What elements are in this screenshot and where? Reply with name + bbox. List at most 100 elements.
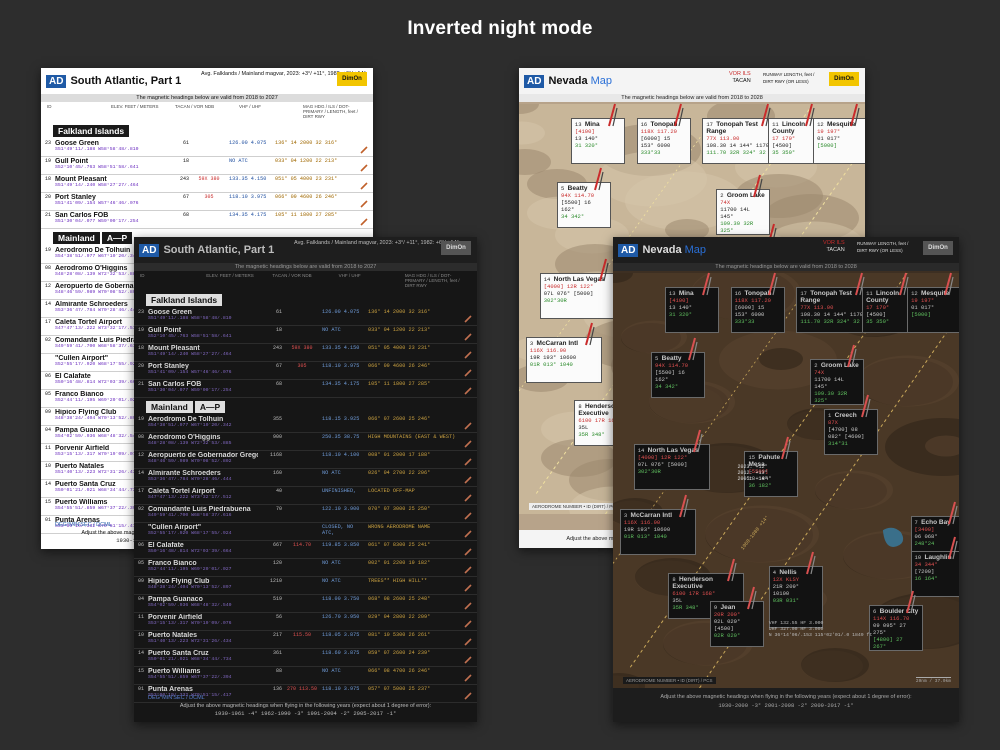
airport-line: 11700 14L 145° (814, 375, 844, 390)
table-row[interactable]: 17 Caleta Tortel Airport S47°47'13/.222 W7… (134, 487, 477, 505)
airport-name: Jean (720, 604, 736, 612)
airport-card[interactable]: 9 Jean20R 200°02L 020° [4500]02R 020° (709, 587, 764, 648)
airport-line: 114X 116.70 (873, 614, 910, 622)
airport-card[interactable]: 10 Laughlin34 344°[7200]16 164° (910, 537, 959, 598)
runway-icon (359, 196, 369, 208)
airport-card[interactable]: 16 Tonopah 118X 117.20 [6000] 15 153° 6000… (730, 273, 785, 334)
runway-icon (463, 365, 473, 377)
frequency: 118.10 3.975 (322, 686, 360, 692)
table-row[interactable]: 05 Franco Bianco S52°44'11/.195 W69°20'01/… (134, 559, 477, 577)
airport-card[interactable]: 12 Mesquite 19 197° 01 017° [5000] (907, 273, 959, 334)
frequency: 126.00 4.075 (322, 309, 360, 315)
airfield-name: Mount Pleasant (55, 176, 107, 183)
airport-card[interactable]: 16 Tonopah 118X 117.20 [6000] 15 153° 6000… (636, 103, 691, 165)
airport-card[interactable]: 3 McCarran Intl 116X 116.90 19R 193° 10600… (619, 494, 696, 555)
airport-line: 11700 14L 145° (720, 205, 750, 220)
airport-card[interactable]: 1 Creech87X[4700] 08 082° [4600]314°31 (824, 394, 879, 455)
airport-line: [4100] (574, 128, 595, 136)
airport-card[interactable]: 4 Nellis12X KLSY21R 209° 1010003R 031° (768, 551, 823, 628)
airport-line: 302°30R (637, 468, 661, 476)
tacan: 59X 380 (198, 176, 220, 182)
table-row[interactable]: 19 Aerodromo De Tolhuin S54°38'51/.977 W67… (134, 415, 477, 433)
table-row[interactable]: 18 Mount Pleasant S51°49'14/.240 W58°27'27… (134, 344, 477, 362)
legend-vor-ils: VOR ILS (729, 71, 751, 77)
row-number: 14 (45, 481, 52, 487)
row-number: 14 (138, 470, 145, 476)
airport-name: McCarran Intl (536, 339, 579, 347)
airport-number: 17 (800, 290, 807, 298)
table-row[interactable]: 18 Mount Pleasant S51°49'14/.240 W58°27'27… (41, 175, 373, 193)
airfield-cell: Pampa Guanaco S54°02'59/.936 W68°48'32/.5… (148, 596, 258, 608)
airfield-coord: S54°38'51/.977 W67°10'20/.342 (148, 423, 232, 428)
ad-badge: AD (524, 74, 545, 88)
table-row[interactable]: 09 Hipico Flying Club S48°38'24/.404 W70°1… (134, 577, 477, 595)
airport-card[interactable]: 17 Tonopah Test Range 77X 113.00 108.30 14… (796, 273, 873, 334)
airport-card[interactable]: 13 Mina [4100] 13 140° 31 320° (570, 103, 625, 165)
airport-card[interactable]: 2 Groom Lake 74X 11700 14L 145° 109.30 32R … (810, 344, 865, 405)
table-row[interactable]: 06 El Calafate S50°16'48/.814 W72°03'39/.6… (134, 541, 477, 559)
airport-card[interactable]: 6 Boulder City114X 116.7009 095° 27 275°… (869, 590, 924, 651)
sheet-footer: Adjust the above magnetic headings when … (613, 688, 959, 722)
airfield-coord: S49°59'41/.700 W68°58'37/.616 (148, 513, 232, 518)
runway-icon (463, 526, 473, 538)
airport-card[interactable]: 14 North Las Vegas [4000] 12R 122° 07L 076… (539, 258, 616, 320)
column-header: ID (140, 273, 145, 278)
airfield-coord: S51°49'14/.240 W58°27'27/.464 (148, 352, 232, 357)
airport-card[interactable]: 3 McCarran Intl 116X 116.90 19R 193° 10600… (525, 322, 602, 383)
airport-card[interactable]: 17 Tonopah Test Range 77X 113.00 108.30 14… (702, 103, 779, 165)
airport-card[interactable]: 5 Beatty 94X 114.70 [5500] 16 162° 34 342° (651, 337, 706, 398)
airport-line: [5500] 16 162° (655, 368, 685, 383)
airfield-cell: Caleta Tortel Airport S47°47'13/.222 W73°… (148, 488, 258, 500)
airport-card[interactable]: 5 Beatty 94X 114.70 [5500] 16 162° 34 342° (557, 167, 612, 228)
airport-card[interactable]: 12 Mesquite 19 197° 01 017° [5000] (813, 103, 865, 165)
elevation: 67 (275, 363, 282, 369)
table-row[interactable]: 20 Port Stanley S51°41'09/.154 W57°46'46/.… (41, 193, 373, 211)
row-number: 09 (138, 578, 145, 584)
airfield-coord: S48°46'59/.989 W70°08'52/.802 (148, 459, 232, 464)
table-row[interactable]: 02 Comandante Luis Piedrabuena S49°59'41/.… (134, 505, 477, 523)
airport-line: 02L 020° [4500] (713, 618, 741, 633)
airport-line: 17 170° (866, 304, 890, 312)
table-row[interactable]: 23 Goose Green S51°49'11/.188 W58°58'48/.8… (41, 139, 373, 157)
airport-line: [4100] (668, 297, 689, 305)
runway-icon (463, 580, 473, 592)
brand-logo: DimOn (337, 72, 367, 86)
airfield-coord: S51°41'09/.154 W57°46'46/.076 (148, 370, 232, 375)
frequency: NO ATC (322, 560, 341, 566)
table-row[interactable]: 19 Gull Point S52°10'45/.763 W58°51'58/.64… (134, 326, 477, 344)
airfield-cell: Goose Green S51°49'11/.188 W58°58'48/.810 (148, 309, 258, 321)
table-row[interactable]: 11 Porvenir Airfield S53°15'13/.317 W70°19… (134, 613, 477, 631)
airfield-name: Puerto Natales (148, 632, 198, 639)
table-row[interactable]: 19 Gull Point S52°10'45/.763 W58°51'58/.64… (41, 157, 373, 175)
runway-icon (463, 652, 473, 664)
table-row[interactable]: 14 Almirante Schroeders S53°36'47/.784 W70… (134, 469, 477, 487)
sheet-header: AD South Atlantic, Part 1 Avg. Falklands /… (41, 68, 373, 94)
table-row[interactable]: 21 San Carlos FOB S51°30'04/.077 W59°00'17… (41, 211, 373, 229)
table-row[interactable]: "Cullen Airport" S52°55'17/.920 W68°17'55… (134, 523, 477, 541)
row-number: 09 (45, 409, 52, 415)
airport-line: 118X 117.20 (640, 128, 677, 136)
airfield-coord: S52°10'45/.763 W58°51'58/.641 (55, 165, 139, 170)
table-row[interactable]: 10 Puerto Natales S51°40'13/.223 W72°31'26… (134, 631, 477, 649)
table-row[interactable]: 20 Port Stanley S51°41'09/.154 W57°46'46/.… (134, 362, 477, 380)
airport-card[interactable]: 14 North Las Vegas [4000] 12R 122° 07L 076… (633, 430, 710, 491)
footer-years: 1930-1961 -4° 1962-1990 -3° 1991-2004 -2… (214, 710, 397, 717)
table-row[interactable]: 23 Goose Green S51°49'11/.188 W58°58'48/.8… (134, 308, 477, 326)
airfield-cell: "Cullen Airport" S52°55'17/.920 W68°17'55… (148, 524, 258, 536)
heading: 051° 05 4000 23 231° (275, 176, 338, 182)
airfield-cell: Almirante Schroeders S53°36'47/.784 W70°2… (148, 470, 258, 482)
table-row[interactable]: 14 Puerto Santa Cruz S50°01'21/.021 W68°34… (134, 649, 477, 667)
table-row[interactable]: 12Aeropuerto de Gobernador GregoresS48°4… (134, 451, 477, 469)
coord-format-label: DEG°MIN'SEC / DCML (148, 695, 205, 701)
airfield-name: San Carlos FOB (55, 212, 109, 219)
airport-line: 07L 076° [5000] (637, 461, 688, 469)
table-row[interactable]: 15 Puerto Williams S54°55'51/.859 W67°37'2… (134, 667, 477, 685)
tacan: 305 (297, 363, 307, 369)
airport-line: [7200] (914, 568, 935, 576)
table-row[interactable]: 21 San Carlos FOB S51°30'04/.077 W59°00'17… (134, 380, 477, 398)
airport-card[interactable]: 2 Groom Lake 74X 11700 14L 145° 109.30 32R … (716, 174, 771, 235)
runway-icon (463, 311, 473, 323)
airport-card[interactable]: 13 Mina [4100] 13 140° 31 320° (664, 273, 719, 334)
table-row[interactable]: 08 Aerodromo O'Higgins S48°28'08/.139 W72°… (134, 433, 477, 451)
table-row[interactable]: 04 Pampa Guanaco S54°02'59/.936 W68°48'32/… (134, 595, 477, 613)
